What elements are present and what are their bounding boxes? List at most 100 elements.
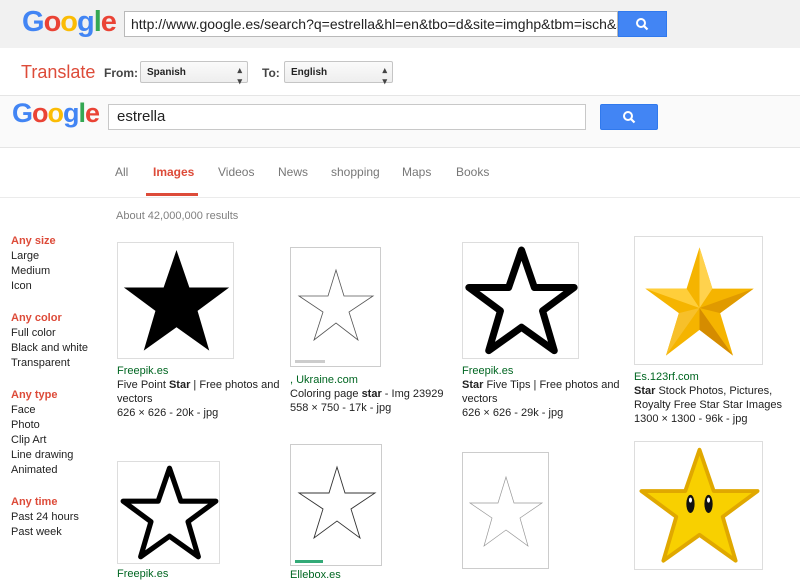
filter-clip-art[interactable]: Clip Art (11, 433, 107, 448)
thick-outline-star-image (120, 465, 219, 560)
logo-letter: g (77, 6, 95, 38)
outline-star-coloring-page-image (295, 268, 375, 363)
result-caption-3: Freepik.es Star Five Tips | Free photos … (462, 364, 627, 420)
title-keyword: Star (634, 385, 656, 397)
result-source[interactable]: Freepik.es (117, 567, 277, 581)
search-icon (623, 111, 636, 124)
search-header: Google estrella (0, 96, 800, 148)
from-label: From: (104, 66, 138, 80)
tab-shopping[interactable]: shopping (331, 165, 380, 179)
search-input[interactable]: estrella (108, 104, 586, 130)
logo-letter: e (100, 6, 117, 38)
translate-title: Translate (21, 62, 96, 82)
result-title[interactable]: Star Five Tips | Free photos and vectors (462, 378, 627, 406)
filter-photo[interactable]: Photo (11, 418, 107, 433)
filter-large[interactable]: Large (11, 249, 107, 264)
result-image-7[interactable] (462, 452, 549, 569)
logo-letter: o (32, 98, 48, 128)
logo-letter: o (60, 6, 78, 38)
title-text: Coloring page (290, 388, 362, 400)
tab-all[interactable]: All (115, 165, 128, 179)
tab-maps[interactable]: Maps (402, 165, 431, 179)
result-meta: 626 × 626 - 29k - jpg (462, 407, 564, 419)
faint-outline-star-image (468, 475, 544, 547)
result-image-6[interactable] (290, 444, 382, 566)
result-image-3[interactable] (462, 242, 579, 359)
filter-past-24-hours[interactable]: Past 24 hours (11, 510, 107, 525)
logo-letter: G (22, 6, 45, 38)
result-caption-2: , Ukraine.com Coloring page star - Img 2… (290, 373, 455, 415)
result-source[interactable]: Freepik.es (117, 364, 282, 378)
tab-news[interactable]: News (278, 165, 308, 179)
logo-letter: l (93, 6, 102, 38)
logo-letter: e (85, 98, 100, 128)
filter-any-color[interactable]: Any color (11, 311, 107, 326)
result-source[interactable]: Es.123rf.com (634, 370, 794, 384)
result-meta: 626 × 626 - 20k - jpg (117, 407, 219, 419)
translate-toolbar: Google http://www.google.es/search?q=est… (0, 0, 800, 48)
filter-transparent[interactable]: Transparent (11, 356, 107, 371)
result-caption-6: Ellebox.es (290, 568, 450, 582)
logo-letter: G (12, 98, 33, 128)
title-text: Five Tips | Free photos and vectors (462, 379, 620, 405)
result-title[interactable]: Five Point Star | Free photos and vector… (117, 378, 282, 406)
from-language-select[interactable]: Spanish ▴ ▾ (140, 61, 248, 86)
translate-options: Translate From: Spanish ▴ ▾ To: English ▴… (0, 48, 800, 96)
logo-letter: o (47, 98, 64, 128)
title-keyword: star (361, 388, 382, 400)
active-tab-indicator (146, 193, 198, 196)
tab-images[interactable]: Images (153, 165, 194, 179)
result-image-1[interactable] (117, 242, 234, 359)
title-text: Stock Photos, Pictures, Royalty Free Sta… (634, 385, 782, 411)
filter-line-drawing[interactable]: Line drawing (11, 448, 107, 463)
title-keyword: Star (462, 379, 484, 391)
filter-animated[interactable]: Animated (11, 463, 107, 478)
filter-any-type[interactable]: Any type (11, 388, 107, 403)
result-meta: 1300 × 1300 - 96k - jpg (634, 413, 748, 425)
logo-letter: g (63, 98, 79, 128)
to-language-value: English (291, 67, 328, 78)
tab-books[interactable]: Books (456, 165, 489, 179)
result-source[interactable]: Ellebox.es (290, 568, 450, 582)
rounded-outline-star-image (465, 246, 578, 355)
result-image-2[interactable] (290, 247, 381, 367)
url-input[interactable]: http://www.google.es/search?q=estrella&h… (124, 11, 618, 37)
google-logo[interactable]: Google (12, 98, 100, 129)
filter-face[interactable]: Face (11, 403, 107, 418)
time-filter-group: Any time Past 24 hours Past week (11, 495, 107, 540)
logo-letter: o (43, 6, 62, 38)
filter-medium[interactable]: Medium (11, 264, 107, 279)
filter-icon[interactable]: Icon (11, 279, 107, 294)
select-arrows-icon: ▴ ▾ (382, 65, 387, 86)
result-caption-5: Freepik.es (117, 567, 277, 581)
filter-past-week[interactable]: Past week (11, 525, 107, 540)
result-source[interactable]: Freepik.es (462, 364, 627, 378)
title-text: Five Point (117, 379, 169, 391)
search-tabs: All Images Videos News shopping Maps Boo… (0, 148, 800, 198)
translate-search-button[interactable] (618, 11, 667, 37)
result-meta: 558 × 750 - 17k - jpg (290, 402, 392, 414)
result-image-5[interactable] (117, 461, 220, 564)
filter-full-color[interactable]: Full color (11, 326, 107, 341)
result-image-4[interactable] (634, 236, 763, 365)
select-arrows-icon: ▴ ▾ (237, 65, 242, 86)
tab-videos[interactable]: Videos (218, 165, 254, 179)
search-button[interactable] (600, 104, 658, 130)
gold-3d-star-image (645, 247, 754, 356)
to-label: To: (262, 66, 280, 80)
result-source[interactable]: , Ukraine.com (290, 373, 455, 387)
to-language-select[interactable]: English ▴ ▾ (284, 61, 393, 86)
title-text: - Img 23929 (381, 388, 444, 400)
thin-outline-star-image (295, 465, 377, 563)
result-image-8[interactable] (634, 441, 763, 570)
google-logo[interactable]: Google (22, 6, 117, 39)
result-title[interactable]: Coloring page star - Img 23929 (290, 387, 455, 401)
result-title[interactable]: Star Stock Photos, Pictures, Royalty Fre… (634, 384, 794, 412)
filter-any-time[interactable]: Any time (11, 495, 107, 510)
filter-any-size[interactable]: Any size (11, 234, 107, 249)
filter-black-and-white[interactable]: Black and white (11, 341, 107, 356)
mario-star-image (639, 447, 760, 563)
size-filter-group: Any size Large Medium Icon (11, 234, 107, 294)
search-icon (636, 18, 649, 31)
search-tools-sidebar: Any size Large Medium Icon Any color Ful… (11, 234, 107, 557)
